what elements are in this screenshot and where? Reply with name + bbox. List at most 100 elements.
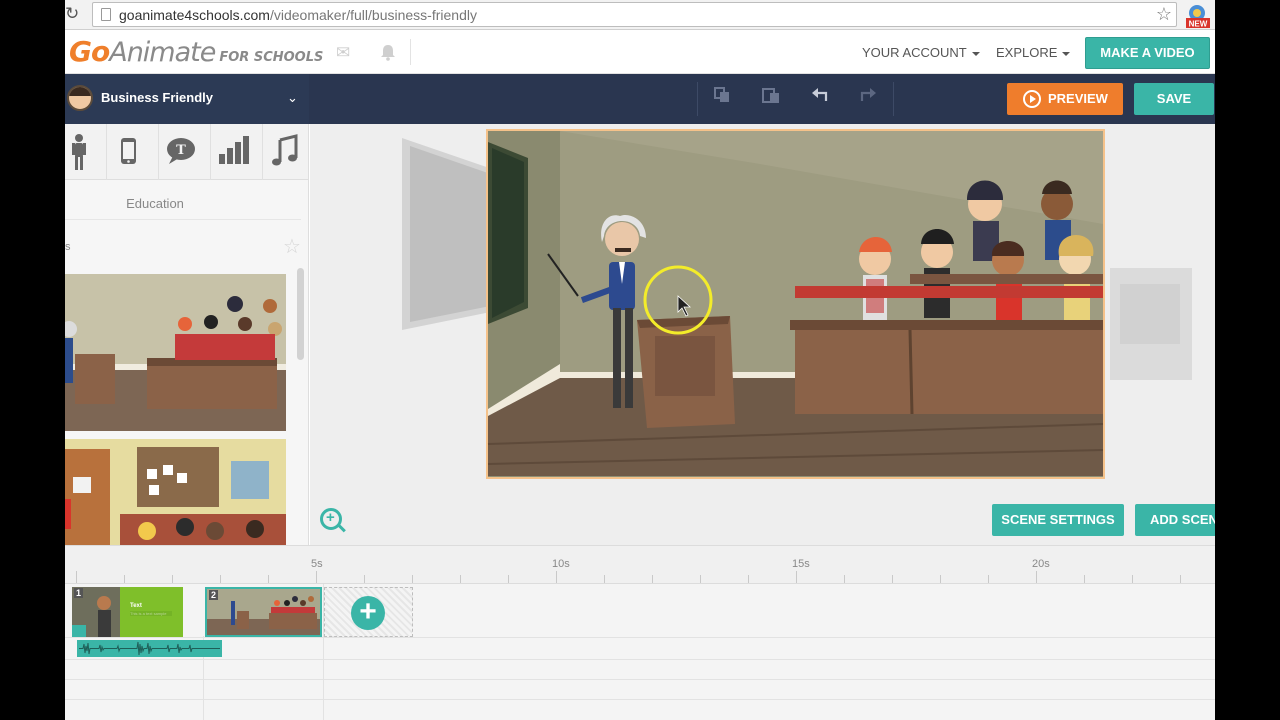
ruler-tick — [556, 571, 557, 583]
track-row — [65, 700, 1215, 720]
ruler-tick — [268, 575, 269, 583]
site-header: GoAnimate FOR SCHOOLS ✉ YOUR ACCOUNT EXPL… — [65, 31, 1215, 74]
timeline-panel: 5s 10s 15s 20s Text This is a text sampl… — [65, 545, 1215, 720]
editor-toolbar: Business Friendly ⌄ PREVIEW SAVE — [65, 74, 1215, 124]
audio-track-row — [65, 638, 1215, 660]
scene-canvas[interactable] — [310, 124, 1215, 545]
music-note-icon — [272, 134, 298, 166]
ruler-tick — [1180, 575, 1181, 583]
ruler-label: 10s — [552, 558, 570, 570]
characters-tab[interactable] — [65, 124, 107, 180]
ruler-tick — [124, 575, 125, 583]
asset-category-tabs: T — [65, 124, 308, 180]
explore-menu[interactable]: EXPLORE — [996, 45, 1071, 60]
goanimate-logo[interactable]: GoAnimate FOR SCHOOLS — [69, 35, 323, 68]
ruler-tick — [844, 575, 845, 583]
your-account-label: YOUR ACCOUNT — [862, 45, 967, 60]
bell-glyph — [381, 45, 395, 61]
copy-glyph — [714, 87, 729, 102]
music-tab[interactable] — [263, 124, 308, 180]
ruler-tick — [652, 575, 653, 583]
timeline-ruler[interactable]: 5s 10s 15s 20s — [65, 546, 1215, 584]
subcategory-label: s — [65, 241, 71, 253]
scene-settings-button[interactable]: SCENE SETTINGS — [992, 504, 1124, 536]
ruler-tick — [1132, 575, 1133, 583]
page-icon — [101, 8, 111, 21]
favorite-star-icon[interactable]: ☆ — [283, 234, 301, 259]
redo-glyph — [860, 88, 876, 101]
ruler-tick — [460, 575, 461, 583]
track-row — [65, 660, 1215, 680]
mail-icon[interactable]: ✉ — [336, 43, 350, 63]
address-field[interactable]: goanimate4schools.com/videomaker/full/bu… — [92, 2, 1177, 27]
scene-thumbnail-1[interactable]: Text This is a text sample 1 — [72, 587, 183, 637]
paste-glyph — [762, 88, 779, 103]
scene-thumbnail-2[interactable]: 2 — [205, 587, 322, 637]
logo-go: Go — [69, 35, 110, 68]
undo-glyph — [812, 88, 828, 101]
undo-icon[interactable] — [797, 84, 843, 114]
caret-down-icon — [971, 51, 980, 56]
scene-1-title: Text — [130, 603, 142, 609]
category-title: Education — [126, 196, 184, 211]
ruler-label: 15s — [792, 558, 810, 570]
scene-number: 1 — [74, 588, 84, 598]
ruler-tick — [988, 575, 989, 583]
extension-icon[interactable]: NEW — [1185, 4, 1211, 28]
stage-workspace: + SCENE SETTINGS ADD SCENE — [310, 124, 1215, 545]
make-a-video-button[interactable]: MAKE A VIDEO — [1085, 37, 1210, 69]
toolbar-divider — [893, 82, 894, 116]
copy-icon[interactable] — [699, 84, 745, 114]
toolbar-divider — [697, 82, 698, 116]
props-tab[interactable] — [107, 124, 159, 180]
ruler-tick — [700, 575, 701, 583]
ruler-tick — [748, 575, 749, 583]
ruler-tick — [76, 571, 77, 583]
scene-2-art — [207, 589, 320, 635]
category-divider — [65, 219, 301, 220]
zoom-in-icon[interactable]: + — [320, 508, 342, 530]
add-scene-button[interactable]: ADD SCENE — [1135, 504, 1215, 536]
ruler-tick — [364, 575, 365, 583]
ruler-tick — [1084, 575, 1085, 583]
save-button[interactable]: SAVE — [1134, 83, 1214, 115]
reload-icon[interactable]: ↻ — [65, 4, 83, 24]
logo-for-schools: FOR SCHOOLS — [219, 50, 324, 65]
scene-1-art: Text This is a text sample — [72, 587, 172, 637]
classroom-thumbnail-art — [65, 274, 286, 431]
your-account-menu[interactable]: YOUR ACCOUNT — [862, 45, 980, 60]
add-scene-slot[interactable]: + — [324, 587, 413, 637]
redo-icon[interactable] — [845, 84, 891, 114]
audio-clip[interactable] — [77, 640, 222, 657]
url-text: goanimate4schools.com/videomaker/full/bu… — [119, 7, 477, 23]
theme-name: Business Friendly — [101, 90, 213, 105]
background-thumbnail-classroom[interactable] — [65, 274, 286, 431]
bookmark-star-icon[interactable]: ☆ — [1156, 4, 1172, 25]
url-path: /videomaker/full/business-friendly — [269, 7, 477, 23]
student-desks — [790, 274, 1103, 415]
plus-icon: + — [351, 596, 385, 630]
charts-tab[interactable] — [211, 124, 263, 180]
audio-waveform — [79, 641, 220, 656]
preview-label: PREVIEW — [1048, 91, 1108, 106]
chevron-down-icon: ⌄ — [287, 90, 298, 105]
bell-icon[interactable] — [379, 43, 397, 66]
ruler-tick — [412, 575, 413, 583]
theme-selector[interactable]: Business Friendly ⌄ — [65, 74, 309, 124]
offstage-desk — [1110, 268, 1192, 380]
theme-avatar — [67, 85, 93, 111]
ruler-tick — [220, 575, 221, 583]
preview-button[interactable]: PREVIEW — [1007, 83, 1123, 115]
character-icon — [72, 134, 86, 170]
library-thumbnail-art — [65, 439, 286, 545]
paste-icon[interactable] — [748, 84, 794, 114]
url-host: goanimate4schools.com — [119, 7, 270, 23]
panel-scrollbar[interactable] — [297, 268, 304, 360]
track-row — [65, 680, 1215, 700]
text-tab[interactable]: T — [159, 124, 211, 180]
asset-library-panel: T Education s ☆ — [65, 124, 309, 545]
ruler-tick — [172, 575, 173, 583]
scene-number: 2 — [209, 590, 219, 600]
ruler-tick — [316, 571, 317, 583]
background-thumbnail-library[interactable] — [65, 439, 286, 545]
